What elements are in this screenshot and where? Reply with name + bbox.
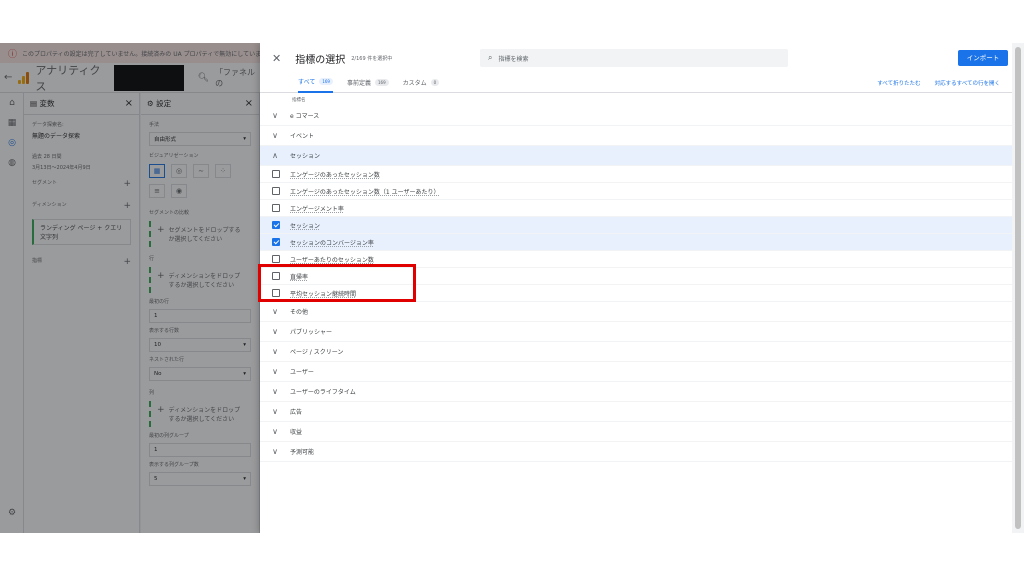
- chevron-down-icon: ∨: [272, 131, 278, 140]
- category-row[interactable]: ∨ その他: [260, 302, 1012, 322]
- import-button[interactable]: インポート: [958, 50, 1008, 66]
- category-row[interactable]: ∨ ページ / スクリーン: [260, 342, 1012, 362]
- metric-row[interactable]: セッション: [260, 217, 1012, 234]
- metric-label: エンゲージメント率: [290, 205, 344, 213]
- chevron-down-icon: ∨: [272, 327, 278, 336]
- tab-predefined[interactable]: 事前定義 169: [347, 73, 389, 93]
- category-label: 広告: [290, 409, 303, 416]
- metric-row[interactable]: エンゲージメント率: [260, 200, 1012, 217]
- metric-row[interactable]: エンゲージのあったセッション数（1 ユーザーあたり）: [260, 183, 1012, 200]
- metric-label: エンゲージのあったセッション数（1 ユーザーあたり）: [290, 188, 440, 196]
- category-row[interactable]: ∨ パブリッシャー: [260, 322, 1012, 342]
- tab-predefined-label: 事前定義: [346, 80, 371, 87]
- chevron-down-icon: ∨: [272, 427, 278, 436]
- category-row[interactable]: ∨ ユーザー: [260, 362, 1012, 382]
- chevron-down-icon: ∨: [272, 407, 278, 416]
- checkbox-checked[interactable]: [272, 238, 280, 246]
- checkbox[interactable]: [272, 255, 280, 263]
- tab-custom[interactable]: カスタム 0: [403, 73, 440, 93]
- metric-row[interactable]: エンゲージのあったセッション数: [260, 166, 1012, 183]
- category-row[interactable]: ∨ e コマース: [260, 106, 1012, 126]
- checkbox-checked[interactable]: [272, 221, 280, 229]
- category-label: その他: [290, 309, 309, 316]
- metric-row[interactable]: セッションのコンバージョン率: [260, 234, 1012, 251]
- category-row[interactable]: ∨ イベント: [260, 126, 1012, 146]
- checkbox[interactable]: [272, 170, 280, 178]
- category-label: 収益: [290, 429, 303, 436]
- checkbox[interactable]: [272, 187, 280, 195]
- tab-all[interactable]: すべて 169: [298, 73, 333, 93]
- metric-label: エンゲージのあったセッション数: [290, 171, 380, 179]
- selection-count: 2/169 件を選択中: [351, 55, 393, 62]
- category-row-session[interactable]: ∧ セッション: [260, 146, 1012, 166]
- category-row[interactable]: ∨ 広告: [260, 402, 1012, 422]
- category-label: セッション: [290, 153, 321, 160]
- close-icon[interactable]: ✕: [272, 52, 281, 65]
- screen-frame: ⓘ このプロパティの設定は完了していません。接続済みの UA プロパティで無効に…: [0, 43, 1024, 533]
- chevron-up-icon: ∧: [272, 151, 278, 160]
- tab-custom-label: カスタム: [402, 80, 427, 87]
- category-row[interactable]: ∨ ユーザーのライフタイム: [260, 382, 1012, 402]
- category-label: ユーザー: [290, 369, 314, 376]
- chevron-down-icon: ∨: [272, 307, 278, 316]
- category-label: パブリッシャー: [290, 329, 333, 336]
- chevron-down-icon: ∨: [272, 387, 278, 396]
- scrollbar[interactable]: [1012, 43, 1024, 533]
- search-placeholder: 指標を検索: [498, 55, 529, 63]
- tab-all-label: すべて: [298, 79, 316, 86]
- category-label: 予測可能: [290, 449, 315, 456]
- search-icon: ⌕: [488, 53, 493, 62]
- category-label: e コマース: [290, 113, 320, 120]
- chevron-down-icon: ∨: [272, 111, 278, 120]
- highlight-annotation-box: [258, 264, 416, 302]
- panel-title: 指標の選択: [295, 54, 346, 66]
- modal-scrim[interactable]: [0, 43, 260, 533]
- tab-custom-badge: 0: [430, 79, 440, 86]
- checkbox[interactable]: [272, 204, 280, 212]
- column-header: 指標名: [292, 98, 306, 103]
- category-label: ページ / スクリーン: [290, 349, 344, 356]
- category-label: ユーザーのライフタイム: [290, 389, 356, 396]
- scrollbar-thumb[interactable]: [1015, 47, 1021, 529]
- category-label: イベント: [290, 133, 315, 140]
- expand-matches-link[interactable]: 対応するすべての行を開く: [935, 79, 1000, 87]
- metric-search-input[interactable]: ⌕ 指標を検索: [480, 49, 788, 67]
- category-row[interactable]: ∨ 収益: [260, 422, 1012, 442]
- tab-all-badge: 169: [319, 78, 333, 85]
- metric-label: ユーザーあたりのセッション数: [290, 256, 374, 264]
- tab-predefined-badge: 169: [375, 79, 389, 86]
- metric-label: セッションのコンバージョン率: [290, 239, 374, 247]
- expand-links: すべて折りたたむ 対応するすべての行を開く: [877, 79, 1000, 87]
- collapse-all-link[interactable]: すべて折りたたむ: [877, 79, 920, 87]
- chevron-down-icon: ∨: [272, 347, 278, 356]
- metric-label: セッション: [290, 222, 321, 230]
- chevron-down-icon: ∨: [272, 367, 278, 376]
- category-row[interactable]: ∨ 予測可能: [260, 442, 1012, 462]
- chevron-down-icon: ∨: [272, 447, 278, 456]
